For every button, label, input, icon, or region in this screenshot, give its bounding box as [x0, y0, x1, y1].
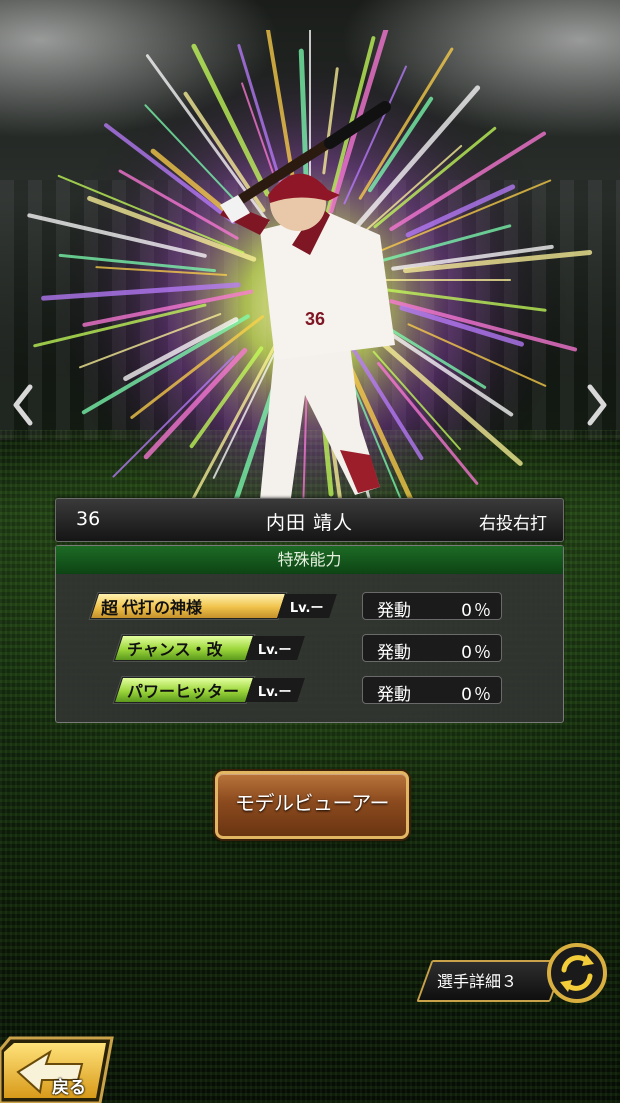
activation-rate: 0％ [461, 685, 493, 705]
cycle-arrows-icon[interactable] [546, 942, 608, 1004]
activation-label: 発動 [377, 685, 411, 705]
ability-level: Lv.ー [277, 594, 337, 618]
ability-name: パワーヒッター [127, 682, 240, 701]
back-label: 戻る [52, 1078, 86, 1098]
player-throw-bat: 右投右打 [479, 514, 547, 534]
super-prefix: 超 [101, 598, 118, 619]
special-abilities-panel: 特殊能力 超 代打の神様 Lv.ー 発動 0％ チャンス・改 Lv.ー 発動 0… [55, 545, 564, 723]
ability-level: Lv.ー [245, 678, 305, 702]
player-detail-label: 選手詳細３ [437, 972, 518, 991]
ability-activation: 発動 0％ [362, 592, 502, 621]
model-viewer-button[interactable]: モデルビューアー [215, 771, 409, 839]
abilities-header: 特殊能力 [56, 546, 563, 574]
ability-row[interactable]: チャンス・改 Lv.ー 発動 0％ [56, 632, 563, 663]
ability-badge-green: パワーヒッター Lv.ー [113, 677, 305, 703]
ability-name: 代打の神様 [122, 598, 203, 617]
player-figure: 36 [220, 101, 395, 505]
activation-rate: 0％ [461, 643, 493, 663]
previous-player-arrow[interactable] [6, 380, 40, 430]
chevron-right-icon [587, 384, 607, 426]
next-player-arrow[interactable] [580, 380, 614, 430]
ability-name: チャンス・改 [127, 640, 223, 659]
svg-text:36: 36 [305, 309, 325, 329]
ability-row[interactable]: パワーヒッター Lv.ー 発動 0％ [56, 674, 563, 705]
chevron-left-icon [13, 384, 33, 426]
ability-badge-gold: 超 代打の神様 Lv.ー [89, 593, 337, 619]
activation-rate: 0％ [461, 601, 493, 621]
ability-level: Lv.ー [245, 636, 305, 660]
ability-activation: 発動 0％ [362, 676, 502, 705]
ability-badge-green: チャンス・改 Lv.ー [113, 635, 305, 661]
activation-label: 発動 [377, 643, 411, 663]
activation-label: 発動 [377, 601, 411, 621]
ability-activation: 発動 0％ [362, 634, 502, 663]
player-name-bar: 36 内田 靖人 右投右打 [55, 498, 564, 542]
ability-row[interactable]: 超 代打の神様 Lv.ー 発動 0％ [56, 590, 563, 621]
